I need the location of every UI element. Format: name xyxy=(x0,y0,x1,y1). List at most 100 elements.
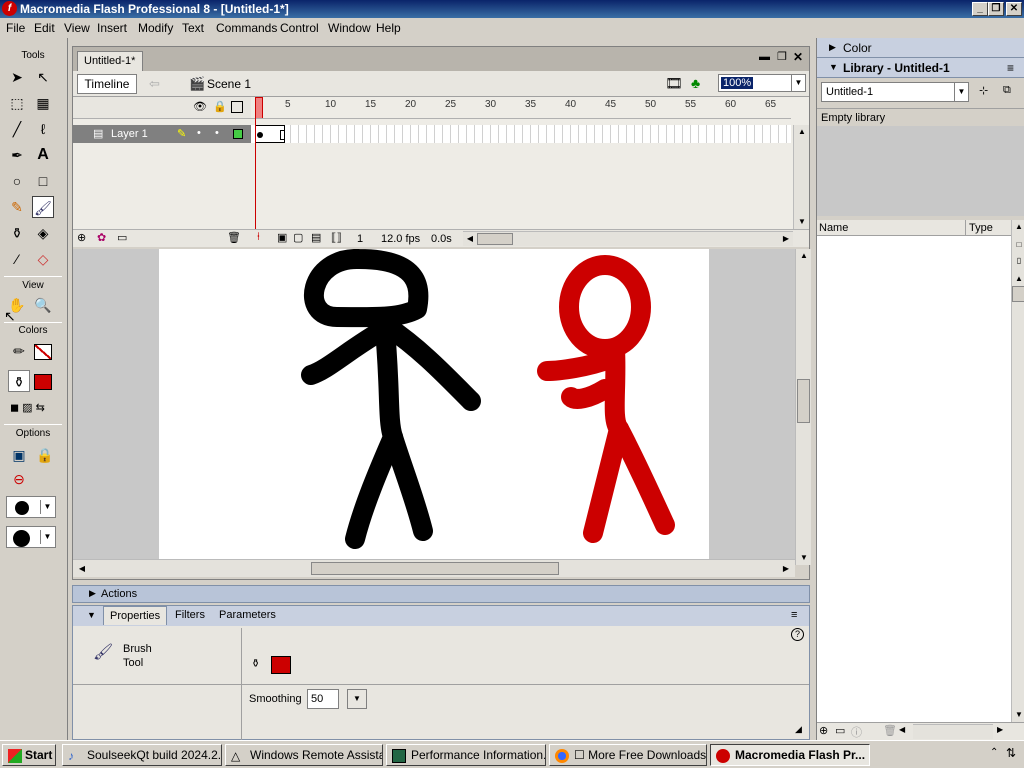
collapse-arrow-icon[interactable]: ▼ xyxy=(87,610,96,620)
object-drawing-icon[interactable]: ▣ xyxy=(8,444,30,466)
pen-tool-icon[interactable]: ✒ xyxy=(6,144,28,166)
scroll-right-icon[interactable]: ▶ xyxy=(997,725,1003,734)
frame-ruler[interactable]: 5 10 15 20 25 30 35 40 45 50 55 60 65 xyxy=(251,97,791,119)
smoothing-input[interactable]: 50 xyxy=(307,689,339,709)
pencil-tool-icon[interactable]: ✎ xyxy=(6,196,28,218)
menu-file[interactable]: File xyxy=(6,21,25,35)
swap-colors-icons[interactable]: ◼ ▨ ⇆ xyxy=(10,401,45,414)
paint-bucket-icon[interactable]: ◈ xyxy=(32,222,54,244)
column-name[interactable]: Name xyxy=(819,222,848,234)
new-symbol-icon[interactable]: ⊕ xyxy=(819,724,828,737)
timeline-toggle-button[interactable]: Timeline xyxy=(77,74,137,94)
onion-outline-icon[interactable]: ▢ xyxy=(293,231,303,244)
text-tool-icon[interactable]: A xyxy=(32,144,54,166)
delete-layer-icon[interactable]: 🗑 xyxy=(227,231,241,244)
task-soulseek[interactable]: ♪ SoulseekQt build 2024.2.... xyxy=(62,744,222,766)
edit-symbols-icon[interactable]: ♣ xyxy=(691,75,700,91)
fill-color-icon[interactable]: ⚱ xyxy=(8,370,30,392)
keyframe-span[interactable] xyxy=(255,125,285,143)
zoom-select[interactable]: 100% ▼ xyxy=(718,74,806,92)
close-button[interactable]: ✕ xyxy=(1006,2,1022,16)
task-firefox[interactable]: ☐ More Free Downloads.... xyxy=(549,744,707,766)
column-type[interactable]: Type xyxy=(969,222,993,234)
fill-color-picker[interactable] xyxy=(271,656,291,674)
tab-parameters[interactable]: Parameters xyxy=(219,609,276,621)
outline-icon[interactable] xyxy=(231,101,243,113)
scroll-up-icon[interactable]: ▲ xyxy=(1012,272,1024,286)
frame-row[interactable] xyxy=(251,125,791,143)
tray-expand-icon[interactable]: ⌃ xyxy=(990,747,998,758)
pin-library-icon[interactable]: ⊹ xyxy=(979,84,988,97)
library-hscroll[interactable] xyxy=(913,724,993,739)
stroke-color-icon[interactable]: ✏ xyxy=(8,340,30,362)
scroll-up-icon[interactable]: ▲ xyxy=(797,249,811,263)
menu-text[interactable]: Text xyxy=(182,21,204,35)
task-flash[interactable]: Macromedia Flash Pr... xyxy=(710,744,870,766)
scroll-right-icon[interactable]: ▶ xyxy=(779,232,793,246)
ink-bottle-icon[interactable]: ⚱ xyxy=(6,222,28,244)
library-vscroll[interactable]: ▲ □ ▯ ▲ ▼ xyxy=(1011,220,1024,722)
stage[interactable] xyxy=(159,249,709,559)
fill-color-swatch[interactable] xyxy=(34,374,52,390)
zoom-tool-icon[interactable]: 🔍 xyxy=(32,294,54,316)
properties-icon[interactable]: ▯ xyxy=(1012,254,1024,268)
menu-insert[interactable]: Insert xyxy=(97,21,127,35)
line-tool-icon[interactable]: ╱ xyxy=(6,118,28,140)
onion-skin-icon[interactable]: ▣ xyxy=(277,231,287,244)
minimize-button[interactable]: _ xyxy=(972,2,988,16)
task-remote-assistance[interactable]: △ Windows Remote Assista... xyxy=(225,744,383,766)
smoothing-dropdown[interactable]: ▼ xyxy=(347,689,367,709)
doc-close-button[interactable]: ✕ xyxy=(793,50,803,64)
add-layer-icon[interactable]: ⊕ xyxy=(77,231,86,244)
scroll-right-icon[interactable]: ▶ xyxy=(779,562,793,576)
stage-vscroll[interactable]: ▲ ▼ xyxy=(795,249,811,565)
menu-edit[interactable]: Edit xyxy=(34,21,55,35)
subselection-tool-icon[interactable]: ↖ xyxy=(32,66,54,88)
fill-transform-icon[interactable]: ▦ xyxy=(32,92,54,114)
task-performance[interactable]: Performance Information... xyxy=(386,744,546,766)
brush-size-select[interactable]: ▼ xyxy=(6,496,56,518)
edit-scene-icon[interactable]: 🎞 xyxy=(665,75,683,92)
stage-hscroll[interactable]: ◀ ▶ xyxy=(73,559,795,577)
layer-row[interactable]: ▤ Layer 1 ✎ • • xyxy=(73,125,251,143)
new-symbol-icon[interactable]: □ xyxy=(1012,238,1024,252)
scroll-up-icon[interactable]: ▲ xyxy=(795,125,809,139)
center-frame-icon[interactable]: ⍿ xyxy=(257,231,260,244)
scroll-left-icon[interactable]: ◀ xyxy=(463,232,477,246)
network-tray-icon[interactable]: ⇅ xyxy=(1006,746,1016,760)
menu-window[interactable]: Window xyxy=(328,21,371,35)
brush-shape-select[interactable]: ▼ xyxy=(6,526,56,548)
scroll-thumb[interactable] xyxy=(311,562,559,575)
scroll-left-icon[interactable]: ◀ xyxy=(75,562,89,576)
color-panel-header[interactable]: ▶ Color xyxy=(817,38,1024,58)
scroll-up-icon[interactable]: ▲ xyxy=(1012,220,1024,234)
eye-icon[interactable]: 👁 xyxy=(193,100,207,113)
onion-markers-icon[interactable]: ⟦⟧ xyxy=(331,231,342,244)
doc-minimize-button[interactable]: ▬ xyxy=(759,51,770,63)
menu-view[interactable]: View xyxy=(64,21,90,35)
tab-properties[interactable]: Properties xyxy=(103,606,168,625)
library-list[interactable] xyxy=(817,236,1011,722)
brush-mode-icon[interactable]: ⊖ xyxy=(8,468,30,490)
panel-menu-icon[interactable]: ≡ xyxy=(791,609,797,621)
panel-menu-icon[interactable]: ≡ xyxy=(1007,61,1014,75)
back-arrow-icon[interactable]: ⇦ xyxy=(149,76,160,92)
tab-filters[interactable]: Filters xyxy=(175,609,205,621)
delete-icon[interactable]: 🗑 xyxy=(883,724,897,737)
restore-button[interactable]: ❐ xyxy=(988,2,1004,16)
help-icon[interactable]: ? xyxy=(791,628,804,641)
scroll-thumb[interactable] xyxy=(1012,286,1024,302)
lock-dot-icon[interactable]: • xyxy=(215,127,219,139)
library-select[interactable]: Untitled-1 ▼ xyxy=(821,82,969,102)
scroll-down-icon[interactable]: ▼ xyxy=(1012,708,1024,722)
visibility-dot-icon[interactable]: • xyxy=(197,127,201,139)
document-tab[interactable]: Untitled-1* xyxy=(77,51,143,71)
menu-control[interactable]: Control xyxy=(280,21,319,35)
eyedropper-icon[interactable]: ⁄ xyxy=(6,248,28,270)
actions-panel-header[interactable]: ▶ Actions xyxy=(72,585,810,603)
scroll-thumb[interactable] xyxy=(477,233,513,245)
eraser-icon[interactable]: ◇ xyxy=(32,248,54,270)
frame-rate[interactable]: 12.0 fps xyxy=(381,233,420,245)
layer-color-icon[interactable] xyxy=(233,129,243,139)
timeline-hscroll[interactable]: ◀ ▶ xyxy=(463,231,793,246)
